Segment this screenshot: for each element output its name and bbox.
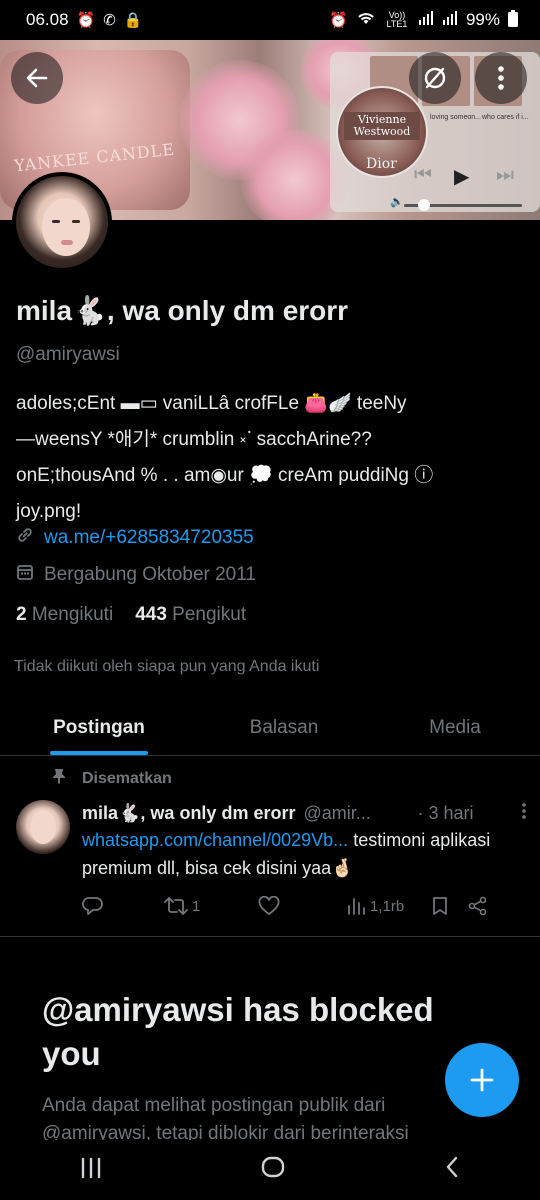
share-button[interactable] bbox=[468, 896, 488, 916]
more-options-button[interactable] bbox=[475, 52, 527, 104]
display-name: mila🐇, wa only dm erorr bbox=[16, 295, 349, 326]
plus-icon bbox=[470, 1068, 494, 1092]
bookmark-icon bbox=[433, 897, 447, 915]
website-link[interactable]: wa.me/+6285834720355 bbox=[44, 527, 254, 549]
post-more-button[interactable] bbox=[521, 802, 527, 825]
compose-button[interactable] bbox=[445, 1043, 519, 1117]
mute-button[interactable] bbox=[409, 52, 461, 104]
website-row: wa.me/+6285834720355 bbox=[16, 526, 254, 549]
avatar-eye bbox=[72, 220, 80, 223]
battery-icon bbox=[508, 9, 518, 31]
music-caption: loving someon... bbox=[430, 114, 481, 121]
handle: @amiryawsi bbox=[16, 344, 120, 365]
clock: 06.08 bbox=[26, 10, 69, 29]
more-vertical-icon bbox=[522, 803, 526, 819]
home-icon bbox=[261, 1156, 285, 1177]
following-stat[interactable]: 2 Mengikuti bbox=[16, 604, 113, 626]
tab-replies[interactable]: Balasan bbox=[198, 700, 370, 755]
lock-icon: 🔒 bbox=[123, 12, 143, 29]
joined-date: Bergabung Oktober 2011 bbox=[44, 563, 256, 585]
arrow-left-icon bbox=[26, 68, 48, 88]
wifi-icon bbox=[356, 10, 376, 30]
followers-count: 443 bbox=[135, 604, 167, 625]
back-button[interactable] bbox=[11, 52, 63, 104]
status-bar: 06.08 ⏰ ✆ 🔒 ⏰ Vo)) LTE1 99% bbox=[0, 0, 540, 40]
pinned-label: Disematkan bbox=[82, 769, 172, 787]
reply-icon bbox=[82, 897, 103, 915]
music-brand: Vivienne Westwood bbox=[344, 112, 420, 140]
heart-icon bbox=[258, 896, 280, 916]
next-icon: ⏭ bbox=[496, 164, 514, 186]
link-icon bbox=[16, 526, 36, 549]
tab-posts[interactable]: Postingan bbox=[0, 700, 198, 755]
music-brand-2: Dior bbox=[366, 156, 397, 172]
joined-row: Bergabung Oktober 2011 bbox=[16, 563, 256, 586]
tab-media[interactable]: Media bbox=[370, 700, 540, 755]
calendar-icon bbox=[16, 563, 36, 586]
repost-count: 1 bbox=[192, 897, 201, 915]
post-time[interactable]: · 3 hari bbox=[417, 803, 473, 824]
following-count: 2 bbox=[16, 604, 27, 625]
recents-icon bbox=[81, 1157, 100, 1178]
home-button[interactable] bbox=[260, 1155, 286, 1186]
blocked-title: @amiryawsi has blocked you bbox=[42, 991, 434, 1072]
more-vertical-icon bbox=[498, 66, 504, 90]
followers-stat[interactable]: 443 Pengikut bbox=[135, 604, 246, 626]
profile-avatar[interactable] bbox=[12, 172, 112, 272]
music-progress-knob bbox=[418, 199, 430, 211]
post-body[interactable]: whatsapp.com/channel/0029Vb... testimoni… bbox=[82, 826, 522, 882]
repost-icon bbox=[164, 897, 188, 915]
views-count: 1,1rb bbox=[370, 897, 405, 915]
signal-icon bbox=[418, 11, 434, 29]
following-label: Mengikuti bbox=[31, 604, 114, 625]
pinned-indicator: Disematkan bbox=[52, 768, 172, 789]
profile-tabs: Postingan Balasan Media bbox=[0, 700, 540, 756]
post-header: mila🐇, wa only dm erorr @amir... · 3 har… bbox=[82, 802, 527, 825]
post-avatar-face bbox=[30, 810, 56, 844]
post-actions: 1 1,1rb bbox=[82, 892, 522, 920]
post-link[interactable]: whatsapp.com/channel/0029Vb... bbox=[82, 830, 348, 850]
chevron-left-icon bbox=[447, 1156, 458, 1177]
post-avatar[interactable] bbox=[16, 800, 70, 854]
system-nav-bar bbox=[0, 1140, 540, 1200]
not-followed-note: Tidak diikuti oleh siapa pun yang Anda i… bbox=[14, 658, 320, 675]
avatar-eye bbox=[52, 220, 60, 223]
status-right: ⏰ Vo)) LTE1 99% bbox=[329, 9, 518, 31]
volume-icon: 🔈 bbox=[390, 196, 404, 208]
whatsapp-icon: ✆ bbox=[103, 12, 116, 29]
reply-button[interactable] bbox=[82, 896, 164, 916]
pin-icon bbox=[52, 768, 66, 789]
play-icon: ▶ bbox=[454, 166, 470, 188]
alarm-clock-icon: ⏰ bbox=[76, 12, 96, 29]
avatar-lips bbox=[61, 240, 73, 245]
repost-button[interactable]: 1 bbox=[164, 896, 258, 916]
post-divider bbox=[0, 936, 540, 937]
battery-percent: 99% bbox=[465, 10, 500, 29]
nav-back-button[interactable] bbox=[443, 1155, 461, 1186]
signal-icon bbox=[442, 11, 458, 29]
views-button[interactable]: 1,1rb bbox=[346, 897, 432, 915]
like-button[interactable] bbox=[258, 896, 346, 916]
volte-label: Vo)) LTE1 bbox=[386, 10, 408, 29]
views-icon bbox=[348, 898, 365, 915]
followers-label: Pengikut bbox=[172, 604, 247, 625]
previous-icon: ⏮ bbox=[414, 164, 432, 186]
slash-circle-icon bbox=[424, 67, 446, 89]
bookmark-button[interactable] bbox=[432, 896, 468, 916]
avatar-face bbox=[42, 198, 90, 256]
alarm-icon: ⏰ bbox=[329, 12, 348, 29]
follow-stats: 2 Mengikuti 443 Pengikut bbox=[16, 604, 246, 626]
post-author-name[interactable]: mila🐇, wa only dm erorr bbox=[82, 803, 295, 824]
recents-button[interactable] bbox=[79, 1155, 103, 1186]
post-author-handle[interactable]: @amir... bbox=[303, 803, 399, 824]
share-icon bbox=[468, 896, 487, 916]
blocked-subtitle: Anda dapat melihat postingan publik dari… bbox=[42, 1095, 409, 1140]
status-left: 06.08 ⏰ ✆ 🔒 bbox=[26, 10, 143, 30]
bio: adoles;cEnt ▬▭ vaniLLâ crofFLe 👛🪽 teeNy … bbox=[16, 393, 434, 522]
music-caption: who cares if i... bbox=[482, 114, 529, 121]
